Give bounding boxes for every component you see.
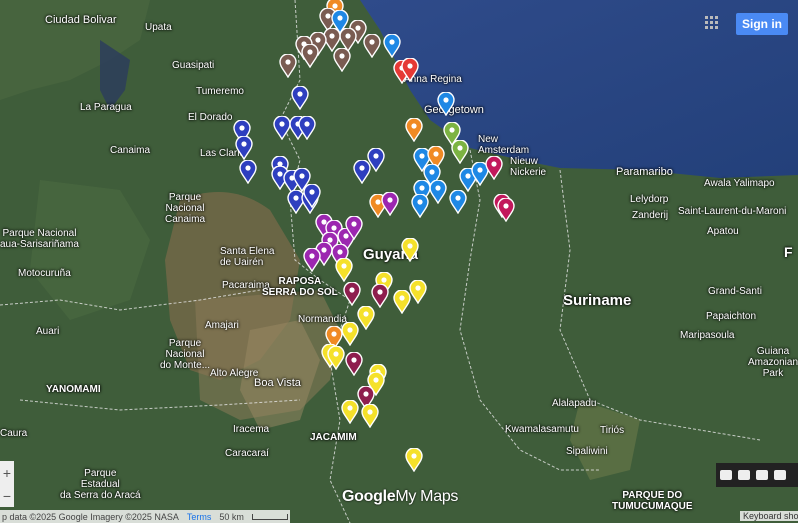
region-label: PARQUE DO TUMUCUMAQUE: [612, 490, 693, 512]
place-label: Maripasoula: [680, 330, 735, 341]
place-label: Apatou: [707, 226, 739, 237]
map-marker[interactable]: [343, 282, 361, 306]
map-marker[interactable]: [279, 54, 297, 78]
place-label: Boa Vista: [254, 377, 301, 389]
map-marker[interactable]: [429, 180, 447, 204]
place-label: Awala Yalimapo: [704, 178, 775, 189]
place-label: Ciudad Bolivar: [45, 14, 117, 26]
place-label: Santa Elena de Uairén: [220, 246, 275, 268]
zoom-out-button[interactable]: −: [0, 484, 14, 507]
park-label: Parque Nacional do Monte...: [160, 338, 211, 371]
gear-icon[interactable]: [774, 470, 786, 480]
apps-grid-icon[interactable]: [705, 16, 721, 32]
place-label: Caura: [0, 428, 28, 439]
map-marker[interactable]: [401, 58, 419, 82]
scale-bar: [251, 513, 288, 520]
map-marker[interactable]: [437, 92, 455, 116]
map-marker[interactable]: [449, 190, 467, 214]
place-label: Auari: [36, 326, 60, 337]
place-label: Paramaribo: [616, 166, 673, 178]
logo-google-text: Google: [342, 488, 396, 505]
country-label-suriname: Suriname: [563, 292, 632, 309]
zoom-control: + −: [0, 461, 14, 507]
place-label: Zanderij: [632, 210, 669, 221]
place-label: Alalapadu: [552, 398, 597, 409]
attribution-bar: p data ©2025 Google Imagery ©2025 NASA T…: [0, 510, 290, 523]
map-marker[interactable]: [303, 248, 321, 272]
map-marker[interactable]: [401, 238, 419, 262]
place-label: Tumeremo: [196, 86, 244, 97]
place-label: Tiriós: [600, 425, 625, 436]
map-marker[interactable]: [371, 284, 389, 308]
map-marker[interactable]: [485, 156, 503, 180]
map-marker[interactable]: [357, 306, 375, 330]
map-marker[interactable]: [291, 86, 309, 110]
place-label: El Dorado: [188, 112, 233, 123]
map-marker[interactable]: [405, 118, 423, 142]
map-marker[interactable]: [239, 160, 257, 184]
place-label: Iracema: [233, 424, 270, 435]
map-marker[interactable]: [345, 216, 363, 240]
country-label-partial: F: [784, 244, 793, 260]
place-label: Saint-Laurent-du-Maroni: [678, 206, 787, 217]
map-marker[interactable]: [333, 48, 351, 72]
zoom-in-button[interactable]: +: [0, 461, 14, 484]
place-label: Upata: [145, 22, 172, 33]
region-label: RAPOSA SERRA DO SOL: [262, 276, 338, 298]
map-marker[interactable]: [301, 44, 319, 68]
camera-icon[interactable]: [720, 470, 732, 480]
map-marker[interactable]: [497, 198, 515, 222]
map-marker[interactable]: [383, 34, 401, 58]
place-label: Alto Alegre: [210, 368, 259, 379]
park-label: Parque Estadual da Serra do Aracá: [60, 468, 141, 501]
place-label: Amajari: [205, 320, 239, 331]
map-marker[interactable]: [381, 192, 399, 216]
place-label: Kwamalasamutu: [505, 424, 579, 435]
video-icon[interactable]: [738, 470, 750, 480]
scale-label: 50 km: [219, 511, 244, 522]
map-marker[interactable]: [451, 140, 469, 164]
map-marker[interactable]: [363, 34, 381, 58]
map-marker[interactable]: [335, 258, 353, 282]
map-marker[interactable]: [409, 280, 427, 304]
place-label: La Paragua: [80, 102, 132, 113]
map-data-attribution: p data ©2025 Google Imagery ©2025 NASA: [2, 511, 179, 522]
map-marker[interactable]: [353, 160, 371, 184]
place-label: Canaima: [110, 145, 151, 156]
place-label: Grand-Santi: [708, 286, 762, 297]
map-marker[interactable]: [303, 184, 321, 208]
region-label: JACAMIM: [310, 432, 357, 443]
map-marker[interactable]: [345, 352, 363, 376]
place-label: Lelydorp: [630, 194, 669, 205]
google-my-maps-logo: GoogleMy Maps: [342, 488, 458, 506]
street-view-toolbar: [716, 463, 798, 487]
map-marker[interactable]: [341, 322, 359, 346]
logo-mymaps-text: My Maps: [395, 488, 459, 505]
map-marker[interactable]: [405, 448, 423, 472]
keyboard-shortcuts-link[interactable]: Keyboard shortcu: [740, 511, 798, 521]
map-marker[interactable]: [411, 194, 429, 218]
map-marker[interactable]: [298, 116, 316, 140]
park-label: Guiana Amazonian Park: [748, 346, 798, 379]
fullscreen-icon[interactable]: [756, 470, 768, 480]
park-label: Parque Nacional Canaima: [165, 192, 206, 225]
sign-in-button[interactable]: Sign in: [736, 13, 788, 35]
place-label: Guasipati: [172, 60, 215, 71]
region-label: YANOMAMI: [46, 384, 101, 395]
map-marker[interactable]: [235, 136, 253, 160]
terms-link[interactable]: Terms: [187, 512, 212, 522]
map-marker[interactable]: [341, 400, 359, 424]
map-marker[interactable]: [327, 346, 345, 370]
park-label: Parque Nacional aua-Sarisariñama: [0, 228, 79, 250]
place-label: New Amsterdam: [478, 134, 530, 156]
map-marker[interactable]: [361, 404, 379, 428]
place-label: Motocuruña: [18, 268, 71, 279]
place-label: Sipaliwini: [566, 446, 608, 457]
place-label: Caracaraí: [225, 448, 269, 459]
map-canvas[interactable]: Ciudad Bolivar Upata Guasipati Tumeremo …: [0, 0, 798, 523]
place-label: Nieuw Nickerie: [510, 156, 547, 178]
place-label: Normandia: [298, 314, 347, 325]
place-label: Papaichton: [706, 311, 757, 322]
